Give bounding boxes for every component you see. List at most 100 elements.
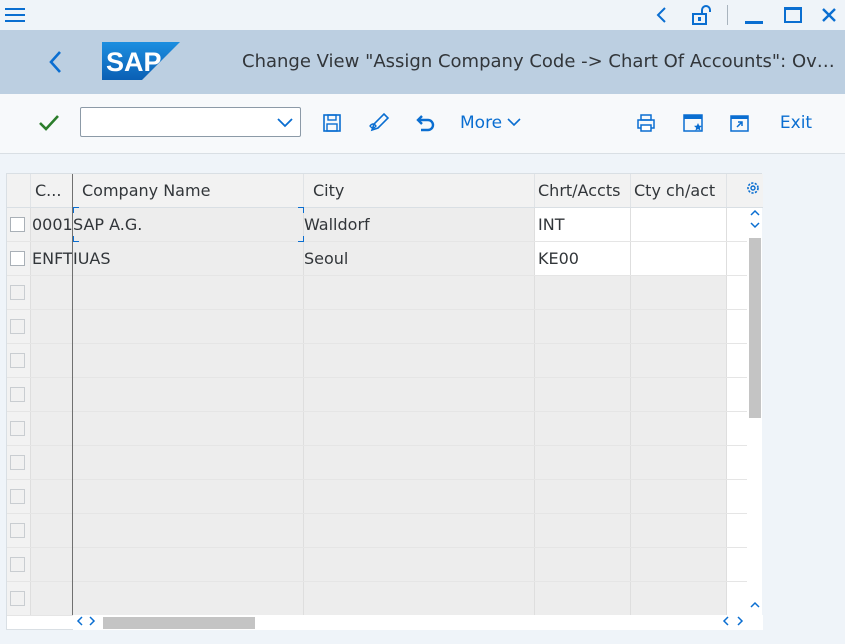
focus-marker <box>298 207 304 213</box>
enter-button[interactable] <box>36 108 62 138</box>
cell-company-name <box>73 446 304 479</box>
row-selector-cell <box>7 242 31 275</box>
cell-chart-of-accounts <box>535 480 631 513</box>
row-select-checkbox[interactable] <box>10 251 25 266</box>
chevron-down-icon[interactable] <box>276 112 294 136</box>
table-row[interactable] <box>7 582 747 616</box>
layout-favorite-button[interactable] <box>680 108 708 138</box>
table-row[interactable] <box>7 514 747 548</box>
table-row[interactable] <box>7 446 747 480</box>
table-row[interactable] <box>7 310 747 344</box>
cell-country-chart <box>631 548 727 581</box>
exit-button[interactable]: Exit <box>776 108 816 138</box>
back-button[interactable] <box>42 46 68 78</box>
column-divider <box>72 174 73 615</box>
cell-company-code <box>31 582 73 615</box>
table-row[interactable] <box>7 344 747 378</box>
table-row[interactable] <box>7 480 747 514</box>
cell-country-chart <box>631 412 727 445</box>
row-selector-cell <box>7 276 31 309</box>
gear-icon[interactable] <box>745 180 763 202</box>
row-select-checkbox[interactable] <box>10 489 25 504</box>
menu-icon[interactable] <box>0 0 30 30</box>
window-titlebar <box>0 0 845 30</box>
display-change-button[interactable] <box>366 108 394 138</box>
back-icon[interactable] <box>650 0 672 30</box>
table-row[interactable] <box>7 276 747 310</box>
column-header-company-code[interactable]: C... <box>31 174 73 207</box>
cell-company-name: IUAS <box>73 242 304 275</box>
table-row[interactable]: 0001 SAP A.G. Walldorf INT <box>7 207 747 242</box>
scroll-down-icon[interactable] <box>747 220 762 232</box>
table-row[interactable] <box>7 412 747 446</box>
cell-company-name: SAP A.G. <box>73 208 304 241</box>
row-select-checkbox[interactable] <box>10 387 25 402</box>
more-menu-button[interactable]: More <box>460 108 530 138</box>
close-icon[interactable] <box>816 0 842 30</box>
scroll-left-icon[interactable] <box>75 615 85 630</box>
row-select-checkbox[interactable] <box>10 217 25 232</box>
cell-country-chart[interactable] <box>631 208 727 241</box>
undo-button[interactable] <box>412 108 440 138</box>
cell-city <box>304 378 535 411</box>
maximize-icon[interactable] <box>780 0 806 30</box>
horizontal-scrollbar[interactable] <box>73 615 763 630</box>
column-header-company-name[interactable]: Company Name <box>73 174 304 207</box>
cell-chart-of-accounts[interactable]: KE00 <box>535 242 631 275</box>
cell-company-code <box>31 276 73 309</box>
cell-company-code <box>31 514 73 547</box>
cell-country-chart <box>631 514 727 547</box>
cell-company-name <box>73 378 304 411</box>
horizontal-scroll-thumb[interactable] <box>103 617 255 629</box>
row-select-checkbox[interactable] <box>10 319 25 334</box>
column-header-country-chart[interactable]: Cty ch/act <box>631 174 727 207</box>
vertical-scrollbar[interactable] <box>747 208 762 616</box>
row-select-checkbox[interactable] <box>10 523 25 538</box>
command-field[interactable] <box>80 107 301 137</box>
cell-country-chart <box>631 480 727 513</box>
cell-city <box>304 548 535 581</box>
cell-country-chart <box>631 582 727 615</box>
vertical-scroll-thumb[interactable] <box>749 238 761 418</box>
row-selector-cell <box>7 208 31 241</box>
table-row[interactable] <box>7 548 747 582</box>
select-all-column[interactable] <box>7 174 31 207</box>
cell-company-name <box>73 480 304 513</box>
cell-company-code <box>31 378 73 411</box>
cell-company-code <box>31 446 73 479</box>
row-select-checkbox[interactable] <box>10 557 25 572</box>
scroll-up-icon[interactable] <box>747 600 762 612</box>
row-select-checkbox[interactable] <box>10 591 25 606</box>
unlock-icon[interactable] <box>686 0 716 30</box>
cell-company-code: ENFT <box>31 242 73 275</box>
scroll-up-icon[interactable] <box>747 208 762 220</box>
save-button[interactable] <box>318 108 346 138</box>
print-button[interactable] <box>632 108 660 138</box>
cell-chart-of-accounts <box>535 378 631 411</box>
cell-country-chart[interactable] <box>631 242 727 275</box>
cell-country-chart <box>631 276 727 309</box>
cell-chart-of-accounts <box>535 582 631 615</box>
cell-chart-of-accounts[interactable]: INT <box>535 208 631 241</box>
titlebar-divider <box>727 5 728 25</box>
minimize-icon[interactable] <box>742 0 766 30</box>
row-select-checkbox[interactable] <box>10 455 25 470</box>
focus-marker <box>73 207 79 213</box>
cell-company-name <box>73 310 304 343</box>
table-row[interactable] <box>7 378 747 412</box>
row-select-checkbox[interactable] <box>10 421 25 436</box>
scroll-right-icon[interactable] <box>87 615 97 630</box>
scroll-left-icon[interactable] <box>721 615 731 630</box>
column-header-city[interactable]: City <box>304 174 535 207</box>
row-selector-cell <box>7 344 31 377</box>
scroll-right-icon[interactable] <box>735 615 745 630</box>
table-row[interactable]: ENFT IUAS Seoul KE00 <box>7 242 747 276</box>
cell-city <box>304 446 535 479</box>
column-header-chart-of-accounts[interactable]: Chrt/Accts <box>535 174 631 207</box>
row-selector-cell <box>7 514 31 547</box>
cell-company-name <box>73 344 304 377</box>
new-window-button[interactable] <box>726 108 754 138</box>
cell-chart-of-accounts <box>535 412 631 445</box>
row-select-checkbox[interactable] <box>10 285 25 300</box>
row-select-checkbox[interactable] <box>10 353 25 368</box>
